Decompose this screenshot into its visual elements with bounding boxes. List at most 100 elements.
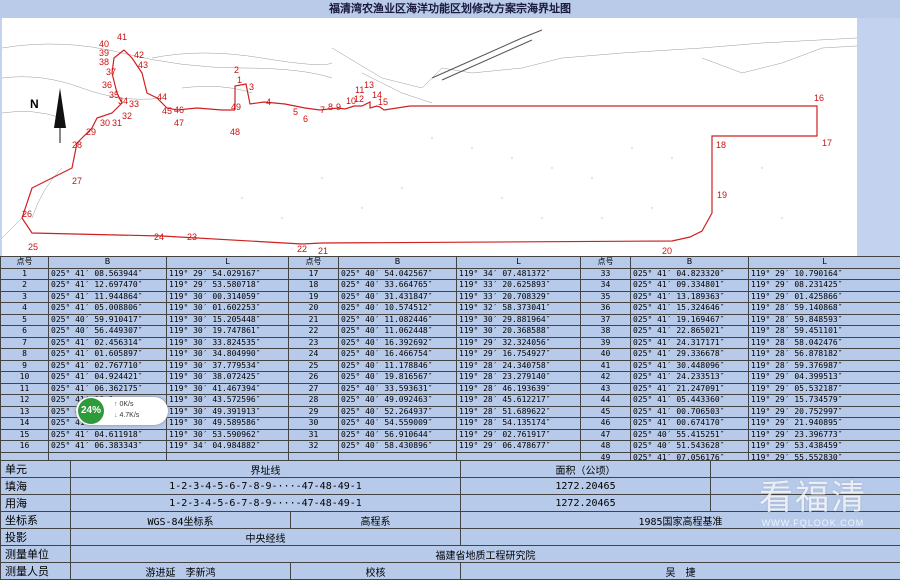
point-number-cell: 4 [1,303,49,315]
point-number-cell: 16 [1,441,49,453]
point-label-31: 31 [112,118,122,128]
latitude-cell: 025° 40′ 31.431847″ [339,291,457,303]
latitude-cell: 025° 40′ 11.178846″ [339,360,457,372]
point-number-cell: 31 [289,429,339,441]
longitude-cell: 119° 29′ 15.734579″ [749,395,900,407]
latitude-cell: 025° 40′ 56.449307″ [49,326,167,338]
point-number-cell: 19 [289,291,339,303]
header-l: L [457,257,581,269]
latitude-cell: 025° 41′ 04.611918″ [49,429,167,441]
longitude-cell: 119° 28′ 45.612217″ [457,395,581,407]
point-label-34: 34 [118,96,128,106]
longitude-cell: 119° 28′ 56.878182″ [749,349,900,361]
point-label-5: 5 [293,107,298,117]
latitude-cell: 025° 41′ 05.008806″ [49,303,167,315]
longitude-cell: 119° 32′ 58.373041″ [457,303,581,315]
proj-value: 中央经线 [71,529,461,546]
point-number-cell: 46 [581,418,631,430]
point-label-49: 49 [231,102,241,112]
latitude-cell: 025° 41′ 21.247091″ [631,383,749,395]
point-label-25: 25 [28,242,38,252]
header-point: 点号 [581,257,631,269]
area-label: 面积（公顷） [461,461,711,478]
header-point: 点号 [1,257,49,269]
point-number-cell: 18 [289,280,339,292]
header-b: B [49,257,167,269]
point-number-cell: 39 [581,337,631,349]
longitude-cell: 119° 30′ 00.314059″ [167,291,289,303]
people-label: 测量人员 [1,563,71,580]
point-label-20: 20 [662,246,672,256]
point-number-cell: 33 [581,268,631,280]
longitude-cell: 119° 30′ 49.391913″ [167,406,289,418]
point-number-cell: 28 [289,395,339,407]
point-number-cell: 15 [1,429,49,441]
longitude-cell: 119° 30′ 01.602253″ [167,303,289,315]
table-row: 15025° 41′ 04.611918″119° 30′ 53.590962″… [1,429,900,441]
latitude-cell: 025° 41′ 00.706503″ [631,406,749,418]
longitude-cell: 119° 33′ 20.708329″ [457,291,581,303]
summary-row-survey: 测量单位 福建省地质工程研究院 [1,546,900,563]
latitude-cell: 025° 40′ 11.062448″ [339,326,457,338]
table-row: 7025° 41′ 02.456314″119° 30′ 33.824535″2… [1,337,900,349]
table-header-row: 点号 B L 点号 B L 点号 B L [1,257,900,269]
point-number-cell: 36 [581,303,631,315]
longitude-cell: 119° 28′ 23.279140″ [457,372,581,384]
longitude-cell: 119° 29′ 23.396773″ [749,429,900,441]
point-number-cell: 2 [1,280,49,292]
longitude-cell: 119° 30′ 34.804990″ [167,349,289,361]
survey-unit-value: 福建省地质工程研究院 [71,546,900,563]
upload-speed: 0K/s [119,401,133,408]
point-number-cell: 43 [581,383,631,395]
latitude-cell: 025° 40′ 33.593631″ [339,383,457,395]
point-number-cell: 7 [1,337,49,349]
proj-label: 投影 [1,529,71,546]
longitude-cell: 119° 30′ 53.590962″ [167,429,289,441]
point-number-cell: 27 [289,383,339,395]
point-label-12: 12 [354,94,364,104]
point-number-cell: 10 [1,372,49,384]
longitude-cell: 119° 28′ 59.451101″ [749,326,900,338]
longitude-cell: 119° 29′ 10.790164″ [749,268,900,280]
point-number-cell: 26 [289,372,339,384]
page-title: 福清湾农渔业区海洋功能区划修改方案宗海界址图 [0,0,900,18]
longitude-cell: 119° 30′ 49.589586″ [167,418,289,430]
point-label-23: 23 [187,232,197,242]
row-line: 1-2-3-4-5-6-7-8-9-···-47-48-49-1 [71,478,461,495]
point-label-44: 44 [157,92,167,102]
latitude-cell: 025° 41′ 12.697470″ [49,280,167,292]
latitude-cell: 025° 41′ 24.233513″ [631,372,749,384]
longitude-cell: 119° 30′ 38.072425″ [167,372,289,384]
point-number-cell: 3 [1,291,49,303]
point-number-cell: 34 [581,280,631,292]
latitude-cell: 025° 41′ 13.189363″ [631,291,749,303]
longitude-cell: 119° 30′ 37.779534″ [167,360,289,372]
point-label-3: 3 [249,82,254,92]
point-number-cell: 45 [581,406,631,418]
longitude-cell: 119° 30′ 41.467394″ [167,383,289,395]
point-number-cell: 38 [581,326,631,338]
longitude-cell: 119° 30′ 19.747861″ [167,326,289,338]
latitude-cell: 025° 40′ 54.042567″ [339,268,457,280]
point-label-30: 30 [100,118,110,128]
point-label-47: 47 [174,118,184,128]
longitude-cell: 119° 28′ 58.042476″ [749,337,900,349]
longitude-cell: 119° 29′ 53.438459″ [749,441,900,453]
longitude-cell: 119° 29′ 54.029167″ [167,268,289,280]
check-value: 吴 捷 [461,563,900,580]
point-label-19: 19 [717,190,727,200]
point-number-cell: 20 [289,303,339,315]
network-speed-widget[interactable]: 24% ↑ 0K/s ↓ 4.7K/s [76,397,168,425]
point-label-4: 4 [266,97,271,107]
point-label-27: 27 [72,176,82,186]
longitude-cell: 119° 30′ 20.368588″ [457,326,581,338]
watermark-logo: 看福清 [738,478,888,518]
point-label-1: 1 [237,75,242,85]
table-row: 9025° 41′ 02.767710″119° 30′ 37.779534″2… [1,360,900,372]
point-number-cell: 5 [1,314,49,326]
header-b: B [631,257,749,269]
point-label-38: 38 [99,57,109,67]
coordinate-table: 点号 B L 点号 B L 点号 B L 1025° 41′ 08.563944… [0,256,900,464]
table-row: 8025° 41′ 01.605897″119° 30′ 34.804990″2… [1,349,900,361]
longitude-cell: 119° 30′ 43.572596″ [167,395,289,407]
